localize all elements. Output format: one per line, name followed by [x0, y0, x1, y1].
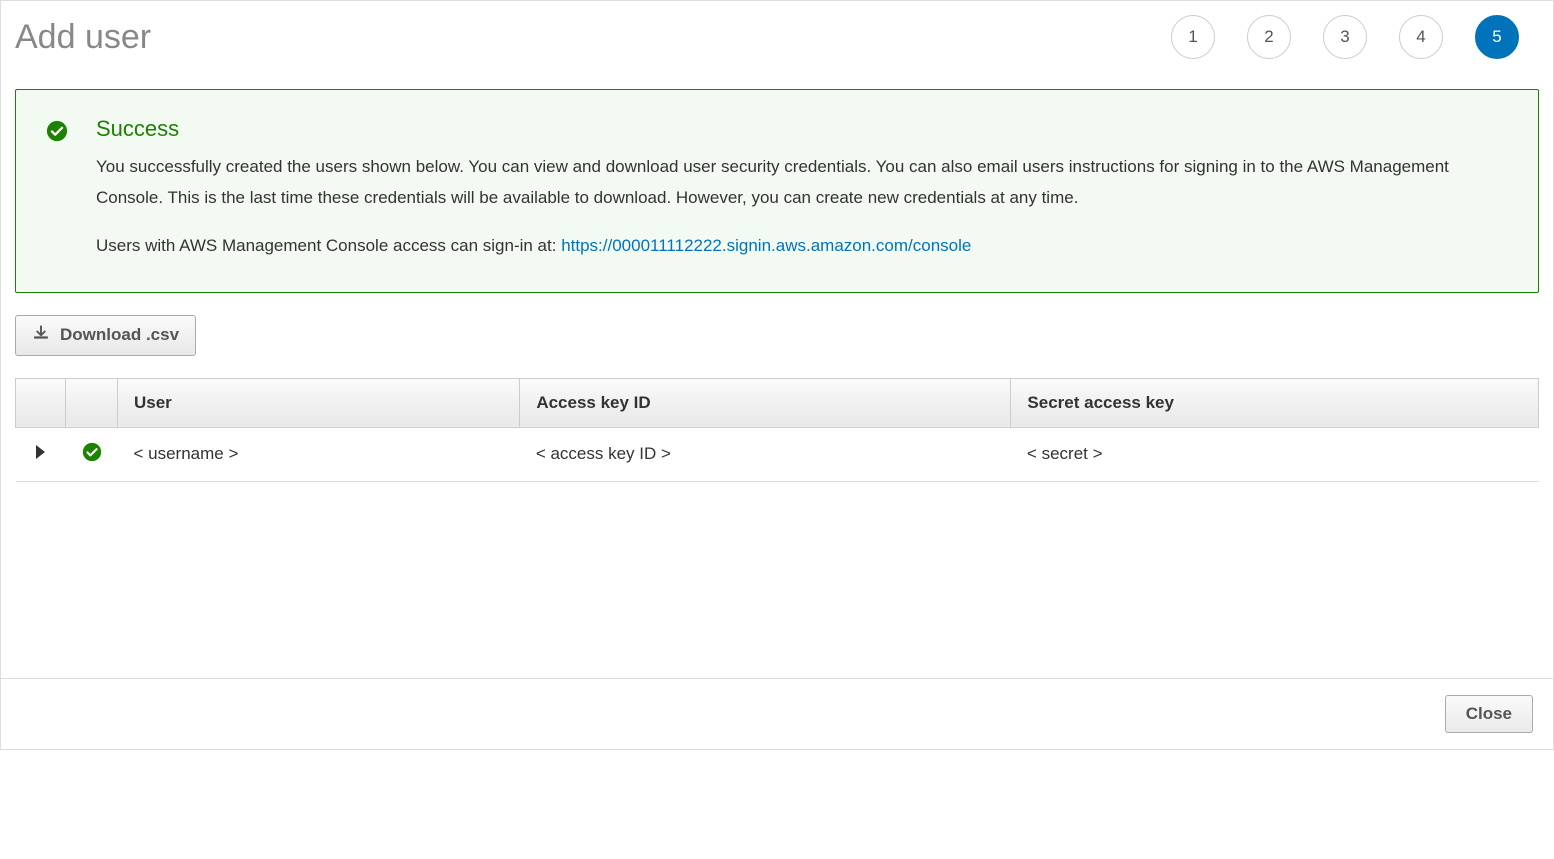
- signin-prefix: Users with AWS Management Console access…: [96, 236, 561, 255]
- download-icon: [32, 324, 50, 347]
- column-access-key-id: Access key ID: [520, 378, 1011, 427]
- wizard-step-4[interactable]: 4: [1399, 15, 1443, 59]
- cell-username: < username >: [118, 427, 520, 481]
- footer-bar: Close: [1, 678, 1553, 749]
- cell-secret: < secret >: [1011, 427, 1539, 481]
- download-csv-button[interactable]: Download .csv: [15, 315, 196, 356]
- column-expand: [16, 378, 66, 427]
- column-status: [66, 378, 118, 427]
- column-secret-access-key: Secret access key: [1011, 378, 1539, 427]
- wizard-steps: 1 2 3 4 5: [1171, 15, 1539, 59]
- table-row: < username > < access key ID > < secret …: [16, 427, 1539, 481]
- success-message: You successfully created the users shown…: [96, 152, 1508, 213]
- signin-url-link[interactable]: https://000011112222.signin.aws.amazon.c…: [561, 236, 971, 255]
- expand-caret-icon[interactable]: [36, 445, 45, 459]
- wizard-step-2[interactable]: 2: [1247, 15, 1291, 59]
- cell-access-key-id: < access key ID >: [520, 427, 1011, 481]
- wizard-step-3[interactable]: 3: [1323, 15, 1367, 59]
- page-title: Add user: [15, 18, 151, 57]
- wizard-step-1[interactable]: 1: [1171, 15, 1215, 59]
- column-user: User: [118, 378, 520, 427]
- close-button[interactable]: Close: [1445, 695, 1533, 733]
- check-circle-icon: [82, 447, 102, 466]
- download-csv-label: Download .csv: [60, 325, 179, 345]
- check-circle-icon: [46, 120, 68, 142]
- signin-info: Users with AWS Management Console access…: [96, 231, 1508, 262]
- success-alert: Success You successfully created the use…: [15, 89, 1539, 293]
- success-heading: Success: [96, 116, 1508, 142]
- wizard-step-5[interactable]: 5: [1475, 15, 1519, 59]
- users-table: User Access key ID Secret access key: [15, 378, 1539, 482]
